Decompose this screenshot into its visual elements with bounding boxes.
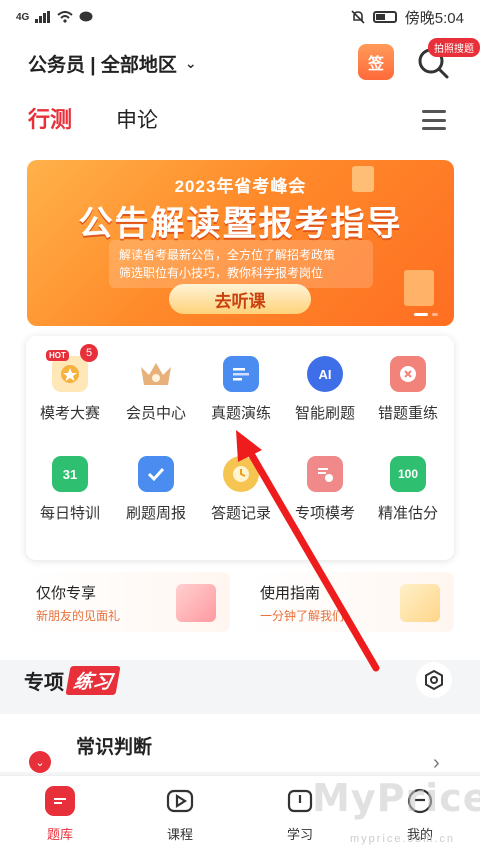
section-title-b: 练习 bbox=[65, 666, 121, 695]
book-icon bbox=[285, 786, 315, 816]
count-badge: 5 bbox=[80, 344, 98, 362]
watermark-url: myprice.com.cn bbox=[350, 833, 456, 845]
tab-shenlun[interactable]: 申论 bbox=[116, 104, 158, 134]
carousel-indicator bbox=[414, 313, 438, 316]
grid-item-weekly-report[interactable]: 刷题周报 bbox=[113, 436, 199, 526]
expand-icon[interactable]: ⌄ bbox=[29, 751, 51, 773]
hot-badge: HOT bbox=[46, 350, 69, 361]
ai-icon: AI bbox=[307, 356, 343, 392]
grid-item-label: 错题重练 bbox=[377, 405, 438, 422]
region-label: 公务员 | 全部地区 bbox=[28, 54, 177, 76]
grid-item-answer-records[interactable]: 答题记录 bbox=[198, 436, 284, 526]
score-icon-text: 100 bbox=[397, 467, 419, 481]
chevron-down-icon: ⌄ bbox=[184, 54, 197, 71]
promo-card-guide[interactable]: 使用指南 一分钟了解我们 bbox=[250, 572, 454, 632]
grid-item-mock-contest[interactable]: HOT 5 模考大赛 bbox=[27, 336, 113, 426]
grid-item-wrong-questions[interactable]: 错题重练 bbox=[365, 336, 451, 426]
photo-search-badge[interactable]: 拍照搜题 bbox=[428, 38, 480, 57]
banner-title: 公告解读暨报考指导 bbox=[78, 205, 403, 243]
tab-label: 课程 bbox=[166, 827, 193, 842]
error-icon bbox=[390, 356, 426, 392]
main-panel bbox=[0, 0, 480, 660]
grid-item-label: 每日特训 bbox=[39, 505, 100, 522]
banner-line-1: 解读省考最新公告，全方位了解招考政策 bbox=[119, 248, 336, 262]
clipboard-icon bbox=[138, 456, 174, 492]
score-icon: 100 bbox=[390, 456, 426, 492]
wifi-icon bbox=[57, 11, 73, 23]
grid-item-label: 刷题周报 bbox=[125, 505, 186, 522]
grid-item-label: 会员中心 bbox=[125, 405, 186, 422]
function-grid: HOT 5 模考大赛 会员中心 真题演练 AI 智能刷题 错题重练 31 每日特… bbox=[26, 336, 454, 560]
practice-row[interactable]: 常识判断 ⌄ › bbox=[0, 714, 480, 774]
tab-label: 学习 bbox=[286, 827, 313, 842]
banner-line-2: 筛选职位有小技巧，教你科学报考岗位 bbox=[119, 266, 324, 280]
menu-icon[interactable] bbox=[422, 110, 446, 130]
tab-question-bank[interactable]: 题库 bbox=[0, 776, 120, 853]
grid-item-label: 真题演练 bbox=[210, 405, 271, 422]
grid-item-label: 答题记录 bbox=[210, 505, 271, 522]
sign-in-calendar-button[interactable]: 签 bbox=[358, 44, 394, 80]
question-bank-icon bbox=[45, 786, 75, 816]
message-icon bbox=[79, 11, 93, 22]
grid-item-label: 精准估分 bbox=[377, 505, 438, 522]
grid-item-smart-practice[interactable]: AI 智能刷题 bbox=[282, 336, 368, 426]
grid-item-label: 智能刷题 bbox=[294, 405, 355, 422]
status-bar: 4G 傍晚5:04 bbox=[0, 0, 480, 34]
clock-icon bbox=[223, 456, 259, 492]
banner-listen-button[interactable]: 去听课 bbox=[169, 284, 311, 314]
region-selector[interactable]: 公务员 | 全部地区 ⌄ bbox=[28, 50, 197, 77]
watermark-logo: MyPrice bbox=[312, 776, 480, 820]
document-icon bbox=[223, 356, 259, 392]
tab-label: 题库 bbox=[46, 827, 73, 842]
status-icons-left: 4G bbox=[16, 11, 93, 23]
mute-bell-icon bbox=[351, 10, 365, 24]
tab-courses[interactable]: 课程 bbox=[120, 776, 240, 853]
status-icons-right: 傍晚5:04 bbox=[351, 7, 464, 28]
gift-icon bbox=[176, 584, 216, 622]
banner-description: 解读省考最新公告，全方位了解招考政策 筛选职位有小技巧，教你科学报考岗位 bbox=[109, 240, 373, 288]
app-header: 公务员 | 全部地区 ⌄ 签 拍照搜题 bbox=[0, 38, 480, 86]
banner-top-text: 2023年省考峰会 bbox=[174, 177, 307, 196]
banner-decoration bbox=[404, 270, 434, 306]
crown-icon bbox=[138, 356, 174, 392]
battery-icon bbox=[372, 11, 397, 23]
trophy-icon: HOT 5 bbox=[46, 344, 98, 392]
network-type: 4G bbox=[16, 11, 30, 23]
status-time: 傍晚5:04 bbox=[404, 9, 464, 27]
grid-item-score-estimate[interactable]: 100 精准估分 bbox=[365, 436, 451, 526]
promo-card-exclusive[interactable]: 仅你专享 新朋友的见面礼 bbox=[26, 572, 230, 632]
ai-icon-text: AI bbox=[318, 366, 332, 382]
grid-item-label: 专项模考 bbox=[294, 505, 355, 522]
grid-item-label: 模考大赛 bbox=[39, 405, 100, 422]
subject-tabs: 行测 申论 bbox=[28, 102, 158, 134]
section-title: 专项 练习 bbox=[24, 666, 121, 695]
chevron-right-icon: › bbox=[433, 752, 440, 774]
section-title-a: 专项 bbox=[24, 672, 64, 694]
grid-item-daily-training[interactable]: 31 每日特训 bbox=[27, 436, 113, 526]
grid-item-member-center[interactable]: 会员中心 bbox=[113, 336, 199, 426]
play-icon bbox=[165, 786, 195, 816]
guide-icon bbox=[400, 584, 440, 622]
settings-button[interactable] bbox=[416, 662, 452, 698]
grid-item-special-mock[interactable]: 专项模考 bbox=[282, 436, 368, 526]
certificate-icon bbox=[307, 456, 343, 492]
signal-icon bbox=[35, 11, 51, 23]
practice-row-title: 常识判断 bbox=[76, 737, 153, 758]
hexagon-settings-icon bbox=[425, 669, 443, 691]
sign-label: 签 bbox=[367, 56, 384, 73]
grid-item-past-papers[interactable]: 真题演练 bbox=[198, 336, 284, 426]
calendar-icon: 31 bbox=[52, 456, 88, 492]
calendar-icon-text: 31 bbox=[62, 466, 78, 482]
tab-xingce[interactable]: 行测 bbox=[28, 102, 72, 134]
promo-banner[interactable]: 2023年省考峰会 公告解读暨报考指导 解读省考最新公告，全方位了解招考政策 筛… bbox=[27, 160, 454, 326]
